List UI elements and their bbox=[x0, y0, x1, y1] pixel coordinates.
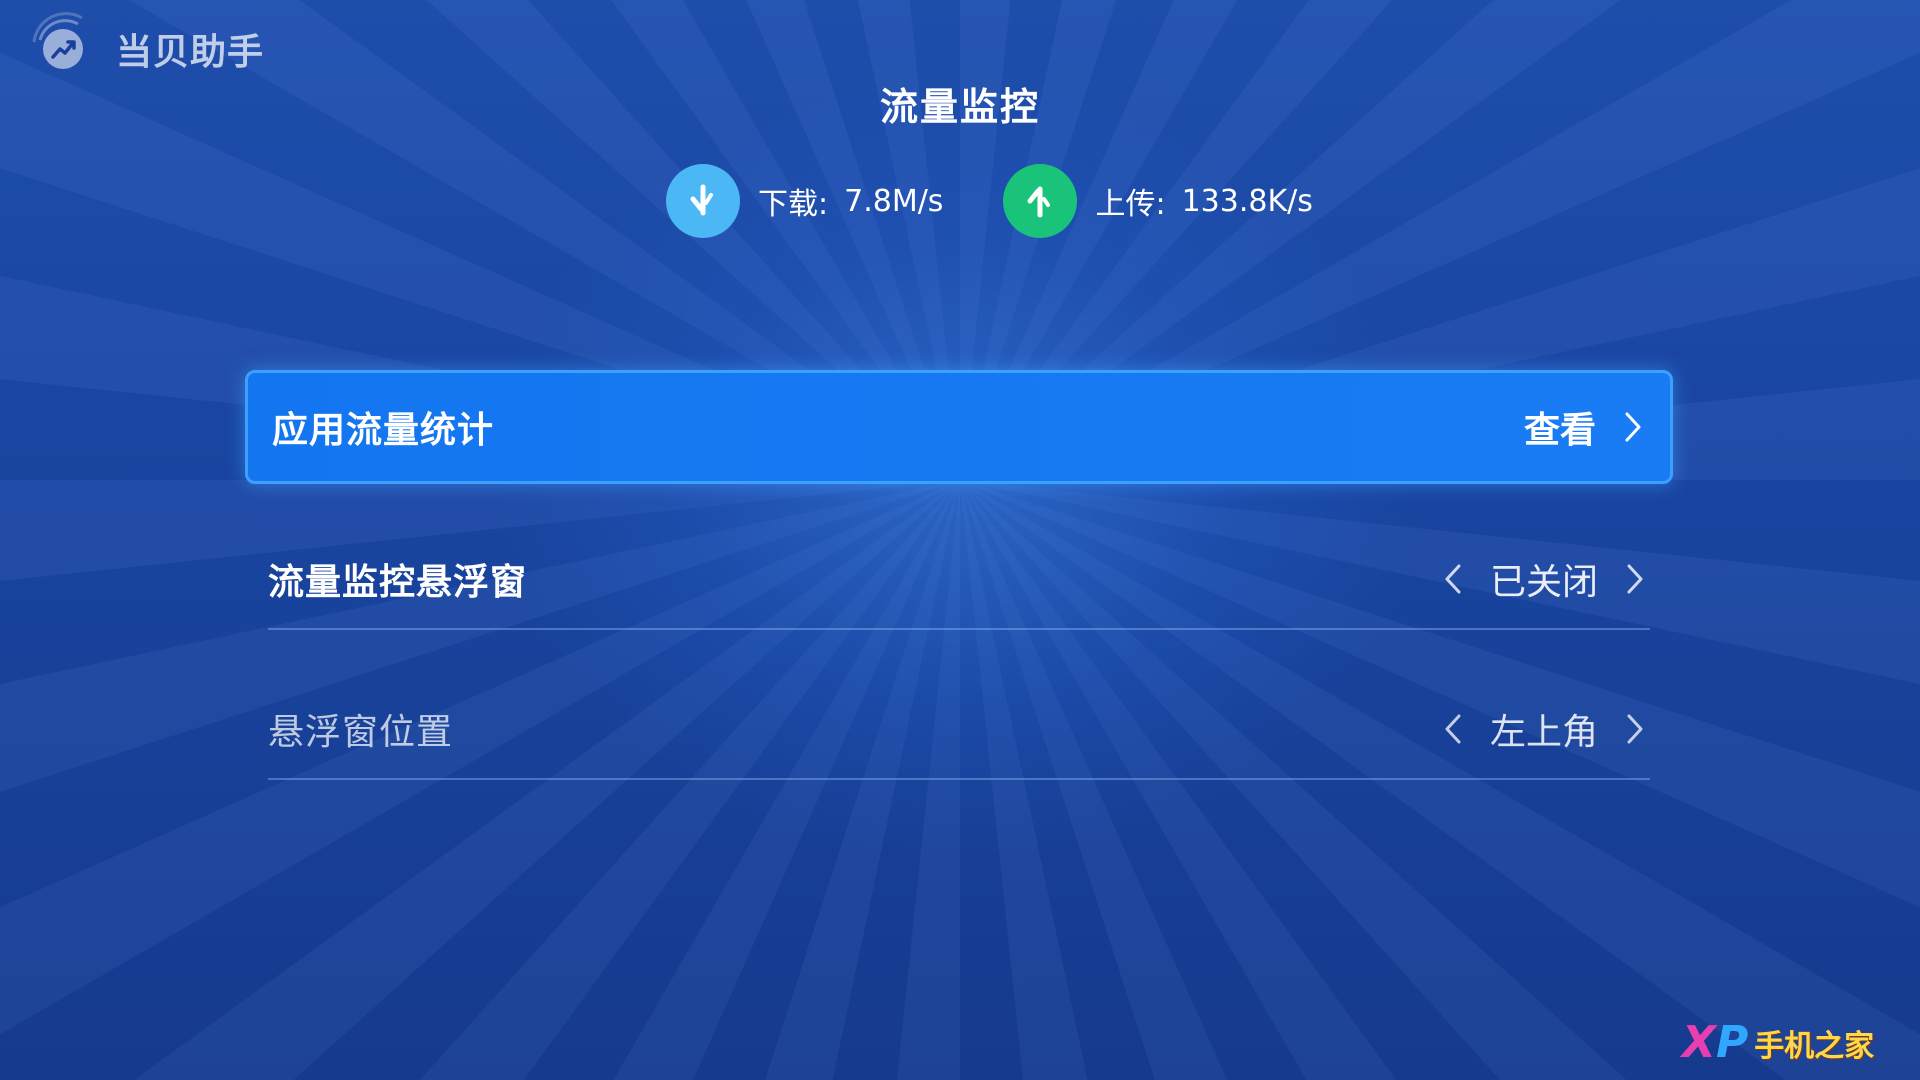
chart-trend-icon bbox=[26, 12, 100, 86]
floating-window-value: 已关闭 bbox=[1489, 562, 1598, 603]
app-logo: 当贝助手 bbox=[26, 12, 264, 86]
download-value: 7.8M/s bbox=[844, 183, 944, 219]
arrow-down-icon bbox=[666, 164, 740, 238]
upload-stat: 上传: 133.8K/s bbox=[1003, 164, 1313, 238]
menu-item-floating-window-position[interactable]: 悬浮窗位置 左上角 bbox=[268, 680, 1650, 780]
menu-item-app-traffic-stats[interactable]: 应用流量统计 查看 bbox=[245, 370, 1673, 484]
upload-value: 133.8K/s bbox=[1181, 183, 1313, 219]
arrow-up-icon bbox=[1003, 164, 1078, 238]
menu-item-label: 流量监控悬浮窗 bbox=[268, 562, 528, 603]
page-title: 流量监控 bbox=[879, 85, 1040, 129]
watermark: XP 手机之家 bbox=[1682, 1014, 1912, 1072]
menu-item-label: 悬浮窗位置 bbox=[268, 712, 454, 753]
view-button-label: 查看 bbox=[1523, 410, 1596, 451]
position-selector[interactable]: 左上角 bbox=[1438, 703, 1650, 755]
chevron-right-icon bbox=[1618, 405, 1648, 449]
app-name: 当贝助手 bbox=[116, 32, 265, 73]
watermark-text: 手机之家 bbox=[1754, 1029, 1875, 1064]
floating-window-selector[interactable]: 已关闭 bbox=[1438, 553, 1650, 605]
chevron-left-icon[interactable] bbox=[1438, 707, 1468, 751]
traffic-stats: 下载: 7.8M/s 上传: 133.8K/s bbox=[666, 164, 1313, 238]
chevron-left-icon[interactable] bbox=[1438, 557, 1468, 601]
menu-item-floating-window[interactable]: 流量监控悬浮窗 已关闭 bbox=[268, 530, 1650, 630]
view-action[interactable]: 查看 bbox=[1524, 401, 1648, 453]
chevron-right-icon[interactable] bbox=[1620, 557, 1650, 601]
menu-item-label: 应用流量统计 bbox=[272, 410, 495, 451]
position-value: 左上角 bbox=[1489, 712, 1598, 753]
watermark-logo: XP bbox=[1682, 1017, 1749, 1068]
upload-label: 上传: bbox=[1095, 187, 1166, 222]
download-stat: 下载: 7.8M/s bbox=[666, 164, 943, 238]
download-label: 下载: bbox=[758, 187, 829, 222]
chevron-right-icon[interactable] bbox=[1620, 707, 1650, 751]
